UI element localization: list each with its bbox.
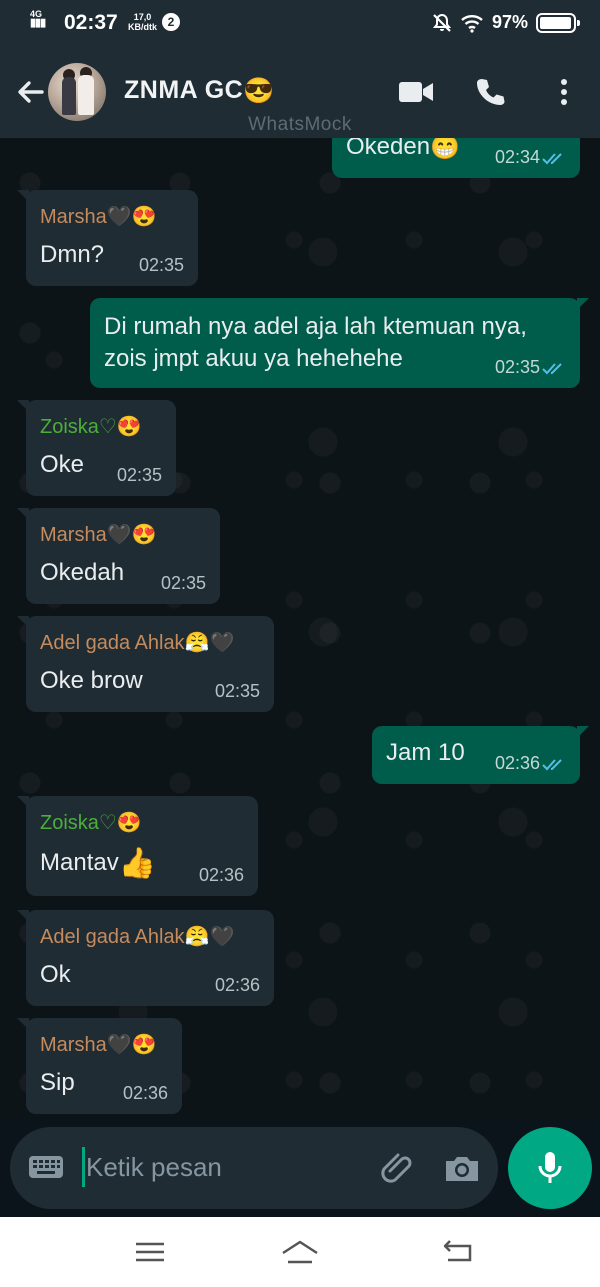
system-navigation-bar — [0, 1217, 600, 1287]
watermark: WhatsMock — [248, 114, 352, 135]
chat-header: ZNMA GC😎 WhatsMock — [0, 46, 600, 138]
bubble-tail — [17, 400, 29, 412]
sender-name: Zoiska♡😍 — [40, 416, 142, 438]
message-text-body: Okeden — [346, 138, 431, 160]
bubble-tail — [17, 1018, 29, 1030]
message-bubble-incoming[interactable]: Adel gada Ahlak😤🖤 Oke brow 02:35 — [17, 616, 274, 712]
bubble-tail — [17, 910, 29, 922]
video-call-button[interactable] — [398, 74, 434, 110]
message-time: 02:35 — [160, 573, 206, 593]
more-options-button[interactable] — [546, 74, 582, 110]
back-nav-icon[interactable] — [438, 1237, 478, 1267]
bubble-tail — [17, 616, 29, 628]
more-options-icon — [561, 79, 567, 105]
message-time: 02:36 — [198, 865, 244, 885]
bubble-tail — [17, 796, 29, 808]
avatar-figure — [78, 75, 94, 115]
wifi-icon — [461, 14, 483, 33]
battery-icon — [536, 12, 580, 33]
message-text: Okedah — [40, 559, 125, 586]
chat-title-text: ZNMA GC — [124, 76, 244, 104]
voice-call-button[interactable] — [472, 74, 508, 110]
message-bubble-incoming[interactable]: Adel gada Ahlak😤🖤 Ok 02:36 — [17, 910, 274, 1006]
phone-icon — [477, 79, 505, 105]
message-time: 02:36 — [494, 753, 540, 773]
bubble-tail — [17, 508, 29, 520]
message-composer — [10, 1127, 498, 1209]
signal-icon: ▮▮▮ — [30, 17, 46, 29]
notification-badge: 2 — [162, 13, 180, 31]
message-bubble-incoming[interactable]: Marsha🖤😍 Okedah 02:35 — [17, 508, 220, 604]
network-indicator: 4G ▮▮▮ — [30, 10, 50, 29]
thumbs-up-emoji: 👍 — [118, 846, 157, 880]
message-text-line1: Di rumah nya adel aja lah ktemuan nya, — [104, 313, 527, 340]
bubble-tail — [577, 298, 589, 310]
message-bubble-incoming[interactable]: Zoiska♡😍 Mantav👍 02:36 — [17, 796, 258, 896]
message-time: 02:35 — [138, 255, 184, 275]
text-caret — [82, 1147, 85, 1187]
read-ticks-icon — [542, 153, 562, 165]
message-time: 02:36 — [122, 1083, 168, 1103]
sender-name: Zoiska♡😍 — [40, 812, 142, 834]
sender-name: Marsha🖤😍 — [40, 524, 157, 546]
message-time: 02:35 — [214, 681, 260, 701]
status-time: 02:37 — [64, 11, 118, 34]
group-avatar[interactable] — [48, 63, 106, 121]
message-time: 02:36 — [214, 975, 260, 995]
bubble-tail — [577, 726, 589, 738]
microphone-icon — [538, 1152, 562, 1183]
chat-area[interactable]: Okeden😁 02:34 Marsha🖤😍 Dmn? 02:35 Di rum… — [0, 138, 600, 1117]
read-ticks-icon — [542, 759, 562, 771]
sender-name: Adel gada Ahlak😤🖤 — [40, 632, 235, 654]
mute-bell-icon — [432, 13, 452, 32]
message-input[interactable] — [86, 1147, 366, 1187]
back-button[interactable] — [10, 64, 50, 120]
battery-fill — [540, 16, 571, 29]
read-ticks-icon — [542, 363, 562, 375]
message-bubble-incoming[interactable]: Marsha🖤😍 Dmn? 02:35 — [17, 190, 198, 286]
attachment-icon[interactable] — [378, 1147, 418, 1187]
bubble-tail — [17, 190, 29, 202]
message-text: Sip — [40, 1069, 75, 1096]
message-bubble-outgoing[interactable]: Di rumah nya adel aja lah ktemuan nya, z… — [90, 298, 589, 388]
message-time: 02:35 — [116, 465, 162, 485]
message-text: Dmn? — [40, 241, 105, 268]
sender-name: Marsha🖤😍 — [40, 206, 157, 228]
battery-percent: 97% — [491, 12, 528, 32]
message-bubble-incoming[interactable]: Zoiska♡😍 Oke 02:35 — [17, 400, 176, 496]
message-text-body: Mantav — [40, 849, 119, 876]
network-speed: 17,0 KB/dtk — [128, 12, 157, 32]
message-text-line2: zois jmpt akuu ya hehehehe — [104, 345, 403, 372]
message-text: Ok — [40, 961, 71, 988]
message-text: Jam 10 — [386, 739, 465, 766]
message-bubble-incoming[interactable]: Marsha🖤😍 Sip 02:36 — [17, 1018, 182, 1114]
sunglasses-emoji: 😎 — [243, 76, 275, 105]
message-time: 02:35 — [494, 357, 540, 377]
status-bar: 4G ▮▮▮ 02:37 17,0 KB/dtk 2 97% — [0, 0, 600, 46]
home-icon[interactable] — [280, 1237, 320, 1267]
message-bubble-outgoing[interactable]: Okeden😁 02:34 — [332, 138, 580, 178]
camera-icon[interactable] — [442, 1149, 482, 1189]
message-bubble-outgoing[interactable]: Jam 10 02:36 — [372, 726, 589, 784]
speed-unit: KB/dtk — [128, 22, 157, 32]
message-text: Okeden😁 — [346, 138, 460, 165]
message-text: Oke — [40, 451, 85, 478]
sender-name: Marsha🖤😍 — [40, 1034, 157, 1056]
recents-menu-icon[interactable] — [130, 1237, 170, 1267]
back-arrow-icon — [18, 81, 44, 103]
voice-record-button[interactable] — [508, 1127, 592, 1209]
sender-name: Adel gada Ahlak😤🖤 — [40, 926, 235, 948]
speed-value: 17,0 — [133, 12, 152, 22]
status-right: 97% — [432, 12, 580, 33]
message-time: 02:34 — [494, 147, 540, 167]
message-text: Mantav👍 — [40, 846, 156, 881]
video-call-icon — [399, 82, 433, 102]
avatar-figure — [62, 77, 76, 115]
message-text: Oke brow — [40, 667, 143, 694]
grin-emoji: 😁 — [430, 138, 460, 161]
chat-title[interactable]: ZNMA GC😎 — [124, 76, 275, 106]
keyboard-icon[interactable] — [28, 1155, 64, 1179]
